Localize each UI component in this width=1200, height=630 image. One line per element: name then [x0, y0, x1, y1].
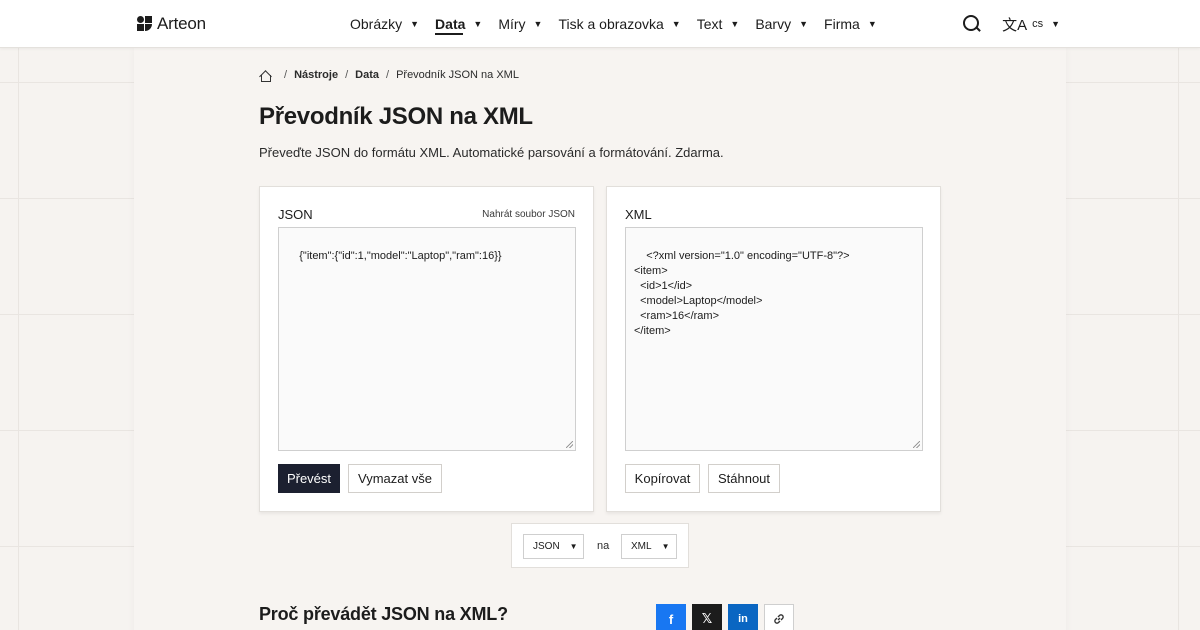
nav-label: Data [435, 16, 466, 32]
brand-logo-icon [137, 16, 153, 32]
chevron-down-icon: ▼ [569, 542, 578, 551]
upload-json-link[interactable]: Nahrát soubor JSON [482, 209, 575, 220]
chevron-down-icon: ▼ [533, 19, 543, 29]
convert-button[interactable]: Převést [278, 464, 340, 493]
copy-link-button[interactable] [764, 604, 794, 630]
clear-all-button[interactable]: Vymazat vše [348, 464, 442, 493]
breadcrumb-item-current: Převodník JSON na XML [396, 69, 519, 81]
page-subtitle: Převeďte JSON do formátu XML. Automatick… [259, 145, 724, 160]
facebook-share-button[interactable]: f [656, 604, 686, 630]
nav-label: Barvy [755, 16, 792, 32]
xml-output-label: XML [625, 207, 652, 222]
nav-label: Text [696, 16, 723, 32]
nav-item-text[interactable]: Text ▼ [697, 0, 740, 48]
language-selector[interactable]: 文A cs ▼ [1002, 14, 1060, 35]
nav-label: Tisk a obrazovka [558, 16, 664, 32]
json-input-textarea[interactable]: {"item":{"id":1,"model":"Laptop","ram":1… [278, 227, 576, 451]
xml-output-panel: XML <?xml version="1.0" encoding="UTF-8"… [606, 186, 941, 512]
chevron-down-icon: ▼ [867, 19, 877, 29]
source-format-select[interactable]: JSON ▼ [523, 534, 584, 559]
json-input-panel: JSON Nahrát soubor JSON {"item":{"id":1,… [259, 186, 594, 512]
nav-label: Firma [824, 16, 860, 32]
json-input-value: {"item":{"id":1,"model":"Laptop","ram":1… [299, 250, 502, 262]
resize-handle-icon[interactable] [566, 441, 573, 448]
nav-item-data[interactable]: Data ▼ [435, 0, 482, 48]
linkedin-share-button[interactable]: in [728, 604, 758, 630]
breadcrumb-item-data[interactable]: Data [355, 69, 379, 81]
chevron-down-icon: ▼ [410, 19, 420, 29]
nav-label: Obrázky [350, 16, 403, 32]
chevron-down-icon: ▼ [671, 19, 681, 29]
xml-output-value: <?xml version="1.0" encoding="UTF-8"?> <… [634, 250, 850, 337]
page-title: Převodník JSON na XML [259, 103, 533, 130]
home-icon[interactable] [259, 70, 271, 82]
why-convert-heading: Proč převádět JSON na XML? [259, 604, 508, 624]
download-button[interactable]: Stáhnout [708, 464, 780, 493]
header-actions: 文A cs ▼ [962, 0, 1060, 48]
language-code: cs [1032, 18, 1044, 30]
nav-item-tisk-a-obrazovka[interactable]: Tisk a obrazovka ▼ [558, 0, 680, 48]
x-icon: 𝕏 [701, 611, 713, 626]
copy-button[interactable]: Kopírovat [625, 464, 700, 493]
target-format-value: XML [631, 541, 652, 552]
search-icon[interactable] [962, 14, 982, 34]
breadcrumb-separator: / [386, 69, 390, 81]
resize-handle-icon[interactable] [913, 441, 920, 448]
chevron-down-icon: ▼ [473, 19, 483, 29]
translate-icon: 文A [1002, 16, 1028, 34]
nav-label: Míry [498, 16, 526, 32]
json-input-label: JSON [278, 207, 313, 222]
breadcrumb-item-nastroje[interactable]: Nástroje [294, 69, 338, 81]
x-share-button[interactable]: 𝕏 [692, 604, 722, 630]
nav-item-firma[interactable]: Firma ▼ [824, 0, 877, 48]
nav-item-barvy[interactable]: Barvy ▼ [755, 0, 808, 48]
chevron-down-icon: ▼ [799, 19, 809, 29]
breadcrumb-separator: / [345, 69, 349, 81]
nav-item-miry[interactable]: Míry ▼ [498, 0, 542, 48]
brand-logo[interactable]: Arteon [137, 14, 206, 34]
breadcrumb: / Nástroje / Data / Převodník JSON na XM… [259, 69, 519, 82]
linkedin-icon: in [738, 613, 748, 625]
format-connector-text: na [597, 540, 610, 552]
brand-name: Arteon [157, 14, 206, 33]
chevron-down-icon: ▼ [1051, 19, 1060, 29]
link-icon [774, 614, 784, 624]
target-format-select[interactable]: XML ▼ [621, 534, 677, 559]
facebook-icon: f [668, 611, 674, 627]
breadcrumb-separator: / [284, 69, 288, 81]
main-nav: Obrázky ▼ Data ▼ Míry ▼ Tisk a obrazovka… [350, 0, 893, 48]
source-format-value: JSON [533, 541, 560, 552]
top-navigation-bar: Arteon Obrázky ▼ Data ▼ Míry ▼ Tisk a ob… [0, 0, 1200, 48]
format-selector: JSON ▼ na XML ▼ [511, 523, 689, 568]
chevron-down-icon: ▼ [730, 19, 740, 29]
chevron-down-icon: ▼ [661, 542, 670, 551]
xml-output-textarea[interactable]: <?xml version="1.0" encoding="UTF-8"?> <… [625, 227, 923, 451]
nav-item-obrazky[interactable]: Obrázky ▼ [350, 0, 419, 48]
